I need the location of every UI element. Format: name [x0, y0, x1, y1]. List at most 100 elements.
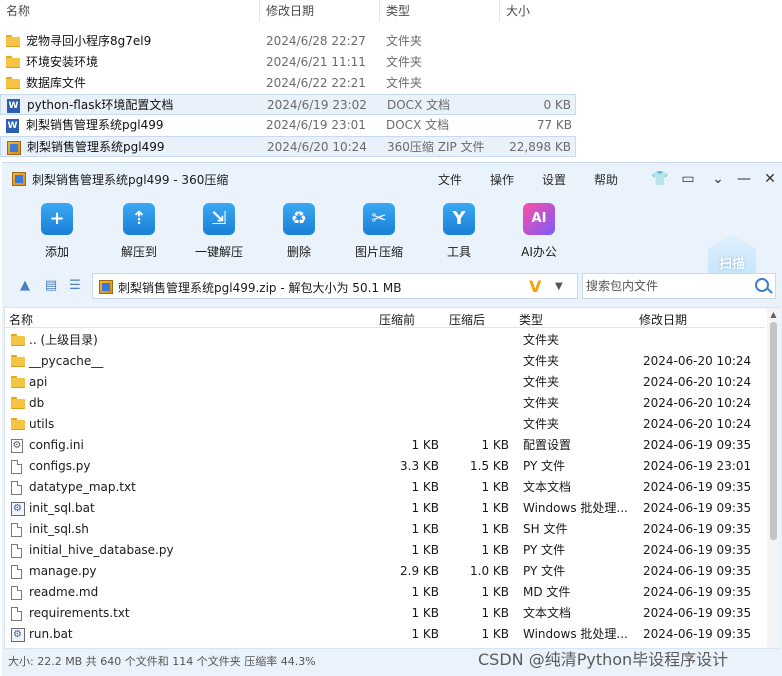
explorer-row[interactable]: python-flask环境配置文档 2024/6/19 23:02 DOCX 文档…	[0, 94, 576, 115]
folder-icon	[11, 397, 25, 409]
toolbar-button[interactable]: ⇡ 解压到	[102, 203, 176, 263]
list-item[interactable]: requirements.txt 1 KB 1 KB 文本文档 2024-06-19 0…	[5, 603, 765, 624]
menu-file[interactable]: 文件	[438, 171, 462, 188]
entry-size-before: 1 KB	[411, 543, 439, 557]
entry-mtime: 2024-06-20 10:24	[643, 396, 752, 410]
path-field[interactable]: 刺梨销售管理系统pgl499.zip - 解包大小为 50.1 MB V ▼	[92, 273, 578, 299]
header-type[interactable]: 类型	[519, 311, 543, 328]
entry-size-after: 1 KB	[481, 522, 509, 536]
entry-size-after: 1 KB	[481, 627, 509, 641]
list-item[interactable]: initial_hive_database.py 1 KB 1 KB PY 文件 202…	[5, 540, 765, 561]
entry-type: PY 文件	[523, 564, 566, 578]
list-item[interactable]: manage.py 2.9 KB 1.0 KB PY 文件 2024-06-19 09:…	[5, 561, 765, 582]
list-item[interactable]: readme.md 1 KB 1 KB MD 文件 2024-06-19 09:35	[5, 582, 765, 603]
search-input[interactable]	[586, 277, 746, 295]
toolbar-button[interactable]: AI AI办公	[502, 203, 576, 263]
entry-size-before: 1 KB	[411, 627, 439, 641]
entry-mtime: 2024-06-19 09:35	[643, 606, 752, 620]
list-item[interactable]: init_sql.sh 1 KB 1 KB SH 文件 2024-06-19 09:35	[5, 519, 765, 540]
file-name: python-flask环境配置文档	[27, 98, 174, 112]
vertical-scrollbar[interactable]: ▲	[767, 308, 780, 648]
list-item[interactable]: config.ini 1 KB 1 KB 配置设置 2024-06-19 09:35	[5, 435, 765, 456]
list-item[interactable]: datatype_map.txt 1 KB 1 KB 文本文档 2024-06-19 0…	[5, 477, 765, 498]
menu-dropdown-icon[interactable]: ⌄	[708, 169, 728, 189]
list-item[interactable]: api 文件夹 2024-06-20 10:24	[5, 372, 765, 393]
toolbar-button[interactable]: ♻ 删除	[262, 203, 336, 263]
file-type: DOCX 文档	[387, 98, 451, 112]
close-icon[interactable]: ✕	[760, 169, 780, 189]
list-item[interactable]: run.bat 1 KB 1 KB Windows 批处理... 2024-06-19 …	[5, 624, 765, 645]
vip-badge-icon[interactable]: V	[529, 277, 541, 296]
entry-type: 文件夹	[523, 354, 560, 368]
toolbar-button[interactable]: Y 工具	[422, 203, 496, 263]
menu-help[interactable]: 帮助	[594, 171, 618, 188]
search-field[interactable]	[582, 273, 776, 299]
header-before[interactable]: 压缩前	[379, 311, 415, 328]
entry-name: manage.py	[29, 564, 97, 578]
folder-icon	[11, 376, 25, 388]
list-item[interactable]: configs.py 3.3 KB 1.5 KB PY 文件 2024-06-19 23…	[5, 456, 765, 477]
one-click-extract-icon: ⇲	[203, 203, 235, 235]
entry-name: init_sql.sh	[29, 522, 89, 536]
delete-icon: ♻	[283, 203, 315, 235]
col-type[interactable]: 类型	[380, 0, 500, 22]
toolbar-label: 图片压缩	[354, 245, 403, 259]
toolbar-button[interactable]: + 添加	[20, 203, 94, 263]
toolbar-button[interactable]: ⇲ 一键解压	[182, 203, 256, 263]
header-mtime[interactable]: 修改日期	[639, 311, 687, 328]
explorer-row[interactable]: 环境安装环境 2024/6/21 11:11 文件夹	[0, 52, 576, 73]
entry-name: __pycache__	[29, 354, 104, 368]
explorer-row[interactable]: 宠物寻回小程序8g7el9 2024/6/28 22:27 文件夹	[0, 31, 576, 52]
list-item[interactable]: db 文件夹 2024-06-20 10:24	[5, 393, 765, 414]
explorer-row[interactable]: 数据库文件 2024/6/22 22:21 文件夹	[0, 73, 576, 94]
skin-icon[interactable]: 👕	[650, 169, 670, 189]
entry-size-before: 1 KB	[411, 585, 439, 599]
list-item[interactable]: init_sql.bat 1 KB 1 KB Windows 批处理... 2024-0…	[5, 498, 765, 519]
list-item[interactable]: utils 文件夹 2024-06-20 10:24	[5, 414, 765, 435]
file-size: 22,898 KB	[509, 140, 571, 154]
search-icon[interactable]	[755, 278, 769, 292]
entry-size-before: 2.9 KB	[400, 564, 439, 578]
feedback-icon[interactable]: ▭	[678, 169, 698, 189]
list-item[interactable]: .. (上级目录) 文件夹	[5, 330, 765, 351]
entry-mtime: 2024-06-19 09:35	[643, 522, 752, 536]
col-date[interactable]: 修改日期	[260, 0, 380, 22]
entry-mtime: 2024-06-19 09:35	[643, 438, 752, 452]
scroll-thumb[interactable]	[770, 322, 777, 540]
list-item[interactable]: __pycache__ 文件夹 2024-06-20 10:24	[5, 351, 765, 372]
header-after[interactable]: 压缩后	[449, 311, 485, 328]
file-icon	[11, 607, 22, 621]
file-date: 2024/6/19 23:01	[266, 118, 366, 132]
minimize-icon[interactable]: —	[734, 169, 754, 189]
toolbar-label: 工具	[446, 245, 471, 259]
explorer-row[interactable]: 刺梨销售管理系统pgl499 2024/6/20 10:24 360压缩 ZIP 文…	[0, 136, 576, 157]
entry-size-after: 1 KB	[481, 480, 509, 494]
list-view-icon[interactable]: ☰	[66, 277, 84, 295]
entry-mtime: 2024-06-19 09:35	[643, 543, 752, 557]
entry-mtime: 2024-06-19 09:35	[643, 627, 752, 641]
folder-icon	[6, 77, 20, 89]
entry-type: SH 文件	[523, 522, 568, 536]
chevron-down-icon[interactable]: ▼	[555, 281, 563, 292]
menu-settings[interactable]: 设置	[542, 171, 566, 188]
settings-file-icon	[11, 439, 23, 453]
up-arrow-icon[interactable]: ▲	[16, 277, 34, 295]
entry-name: api	[29, 375, 48, 389]
file-type: 文件夹	[386, 55, 423, 69]
file-icon	[11, 523, 22, 537]
entry-name: requirements.txt	[29, 606, 130, 620]
bat-icon	[11, 502, 25, 516]
detail-view-icon[interactable]: ▤	[42, 277, 60, 295]
col-name[interactable]: 名称	[0, 0, 260, 22]
explorer-row[interactable]: 刺梨销售管理系统pgl499 2024/6/19 23:01 DOCX 文档 77 K…	[0, 115, 576, 136]
toolbar-button[interactable]: ✂ 图片压缩	[342, 203, 416, 263]
header-name[interactable]: 名称	[9, 311, 33, 328]
scroll-up-icon[interactable]: ▲	[767, 310, 780, 320]
col-size[interactable]: 大小	[500, 0, 580, 22]
file-name: 刺梨销售管理系统pgl499	[27, 140, 165, 154]
menu-operate[interactable]: 操作	[490, 171, 514, 188]
entry-size-before: 1 KB	[411, 501, 439, 515]
tools-icon: Y	[443, 203, 475, 235]
entry-type: PY 文件	[523, 543, 566, 557]
file-type: DOCX 文档	[386, 118, 450, 132]
